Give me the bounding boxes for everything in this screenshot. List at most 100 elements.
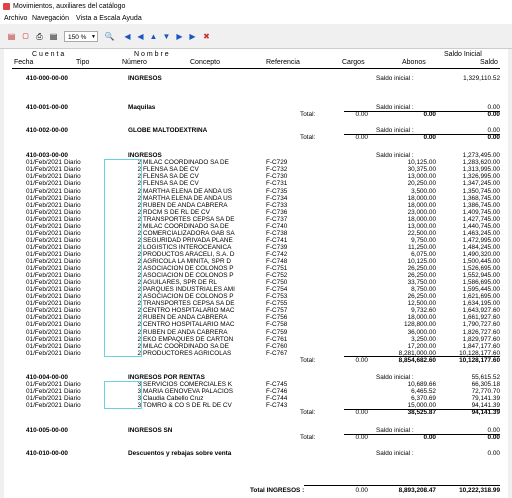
- close-icon[interactable]: ✖: [201, 31, 212, 42]
- number-column-box: [104, 380, 142, 409]
- movement-date: 01/Feb/2021: [26, 187, 62, 195]
- movement-date: 01/Feb/2021: [26, 335, 62, 343]
- header-fecha: Fecha: [14, 59, 34, 66]
- prev-page-icon[interactable]: ◀: [135, 31, 146, 42]
- saldo-inicial-label: Saldo inicial :: [376, 450, 414, 458]
- export-icon[interactable]: ▤: [6, 31, 17, 42]
- zoom-value: 150 %: [68, 34, 87, 41]
- movement-abonos: 36,000.00: [407, 328, 436, 336]
- total-abonos: 0.00: [423, 111, 436, 119]
- movement-concept: TRANSPORTES CEPSA SA DE: [143, 215, 235, 223]
- pdf-icon[interactable]: ▢: [20, 31, 31, 42]
- window-title: Movimientos, auxiliares del catálogo: [13, 3, 126, 10]
- movement-concept: MILAC COORDINADO SA DE: [143, 342, 229, 350]
- first-page-icon[interactable]: ◀: [122, 31, 133, 42]
- movement-saldo: 1,552,945.00: [462, 272, 500, 280]
- movement-reference: F-C759: [266, 328, 288, 336]
- movement-abonos: 10,689.66: [407, 380, 436, 388]
- movement-type: Diario: [64, 328, 81, 336]
- header-tipo: Tipo: [76, 59, 90, 66]
- menu-vista-escala[interactable]: Vista a Escala: [76, 13, 120, 24]
- movement-saldo: 1,847,177.60: [462, 342, 500, 350]
- movement-concept: Claudia Cabello Cruz: [143, 394, 204, 402]
- menu-bar: Archivo Navegación Vista a Escala Ayuda: [0, 13, 512, 24]
- menu-archivo[interactable]: Archivo: [4, 13, 27, 24]
- last-page-icon[interactable]: ▶: [187, 31, 198, 42]
- movement-abonos: 10,125.00: [407, 159, 436, 167]
- header-cargos: Cargos: [342, 59, 365, 66]
- total-saldo: 94,141.39: [471, 409, 500, 416]
- saldo-inicial-label: Saldo inicial :: [376, 373, 414, 381]
- movement-reference: F-C758: [266, 321, 288, 329]
- movement-reference: F-C754: [266, 286, 288, 294]
- movement-concept: FLENSA SA DE CV: [143, 173, 199, 181]
- movement-type: Diario: [64, 314, 81, 322]
- menu-navegacion[interactable]: Navegación: [32, 13, 69, 24]
- movement-reference: F-C752: [266, 272, 288, 280]
- movement-saldo: 1,595,445.00: [462, 286, 500, 294]
- movement-date: 01/Feb/2021: [26, 349, 62, 357]
- print-icon[interactable]: ⎙: [34, 31, 45, 42]
- movement-date: 01/Feb/2021: [26, 279, 62, 287]
- movement-concept: SERVICIOS COMERCIALES K: [143, 380, 233, 388]
- movement-type: Diario: [64, 180, 81, 188]
- account-code: 410-005-00-00: [26, 427, 68, 435]
- account-name: GLOBE MALTODEXTRINA: [128, 127, 208, 135]
- movement-type: Diario: [64, 258, 81, 265]
- zoom-icon[interactable]: 🔍: [104, 31, 115, 42]
- account-name: INGRESOS SN: [128, 427, 173, 435]
- down-icon[interactable]: ▼: [161, 31, 172, 42]
- movement-saldo: 1,427,745.00: [462, 215, 500, 223]
- movement-saldo: 1,826,727.60: [462, 328, 500, 336]
- movement-abonos: 9,732.60: [411, 307, 436, 315]
- number-column-box: [104, 159, 142, 357]
- account-name: Maquilas: [128, 104, 156, 112]
- movement-saldo: 1,386,745.00: [462, 201, 500, 209]
- grand-total-abonos: 8,893,208.47: [398, 487, 436, 494]
- saldo-inicial-label: Saldo inicial :: [376, 152, 414, 160]
- movement-abonos: 18,000.00: [407, 201, 436, 209]
- header-saldo: Saldo: [480, 59, 498, 66]
- up-icon[interactable]: ▲: [148, 31, 159, 42]
- account-code: 410-003-00-00: [26, 152, 68, 160]
- movement-date: 01/Feb/2021: [26, 258, 62, 265]
- movement-abonos: 20,250.00: [407, 180, 436, 188]
- menu-ayuda[interactable]: Ayuda: [122, 13, 142, 24]
- movement-saldo: 1,621,695.00: [462, 293, 500, 301]
- movement-reference: F-C735: [266, 187, 288, 195]
- movement-type: Diario: [64, 321, 81, 329]
- movement-reference: F-C738: [266, 229, 288, 237]
- movement-saldo: 1,440,745.00: [462, 222, 500, 230]
- movement-date: 01/Feb/2021: [26, 286, 62, 294]
- grand-total-rule: [304, 485, 500, 486]
- movement-concept: CENTRO HOSPITALARIO MAC: [143, 307, 235, 315]
- movement-saldo: 1,472,995.00: [462, 236, 500, 244]
- movement-type: Diario: [64, 166, 81, 174]
- movement-date: 01/Feb/2021: [26, 180, 62, 188]
- print-setup-icon[interactable]: ▤: [48, 31, 59, 42]
- total-label: Total:: [300, 409, 316, 416]
- movement-abonos: 13,000.00: [407, 173, 436, 181]
- total-abonos: 0.00: [423, 134, 436, 142]
- movement-concept: AGRICOLA LA MINITA, SPR D: [143, 258, 231, 265]
- header-nombre: N o m b r e: [134, 51, 169, 58]
- account-name: INGRESOS: [128, 75, 162, 82]
- movement-abonos: 13,000.00: [407, 222, 436, 230]
- movement-date: 01/Feb/2021: [26, 307, 62, 315]
- movement-date: 01/Feb/2021: [26, 215, 62, 223]
- movement-abonos: 10,125.00: [407, 258, 436, 265]
- movement-type: Diario: [64, 159, 81, 167]
- account-code: 410-000-00-00: [26, 75, 68, 82]
- next-page-icon[interactable]: ▶: [174, 31, 185, 42]
- movement-saldo: 1,643,927.60: [462, 307, 500, 315]
- movement-saldo: 1,347,245.00: [462, 180, 500, 188]
- movement-date: 01/Feb/2021: [26, 173, 62, 181]
- grand-total-cargos: 0.00: [355, 487, 368, 494]
- movement-type: Diario: [64, 401, 81, 409]
- total-label: Total:: [300, 111, 316, 119]
- movement-abonos: 26,250.00: [407, 272, 436, 280]
- movement-abonos: 128,800.00: [404, 321, 436, 329]
- movement-type: Diario: [64, 222, 81, 230]
- movement-abonos: 17,200.00: [407, 342, 436, 350]
- zoom-select[interactable]: 150 % ▼: [64, 31, 98, 42]
